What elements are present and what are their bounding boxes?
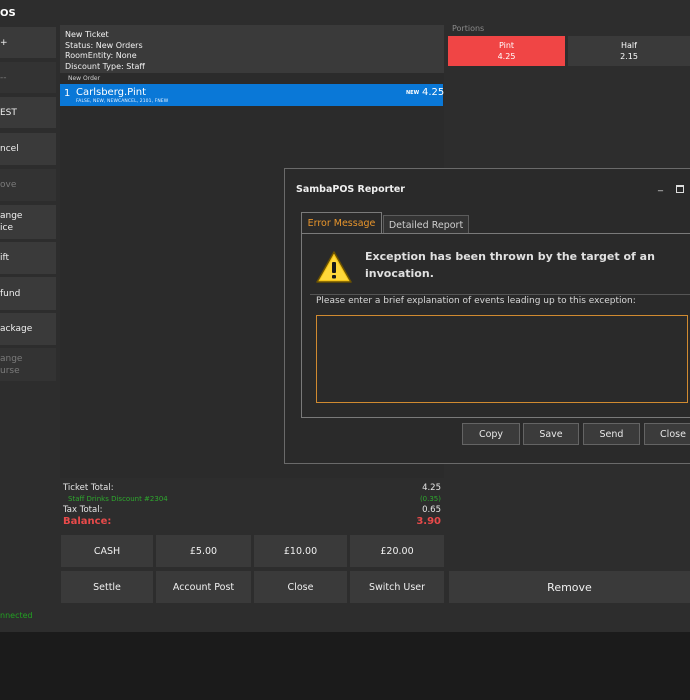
title-bar: OS xyxy=(0,0,690,24)
desktop-background xyxy=(0,632,690,700)
five-pound-button[interactable]: £5.00 xyxy=(156,535,251,567)
portion-pint-button[interactable]: Pint 4.25 xyxy=(448,36,565,66)
discount-value: (0.35) xyxy=(419,495,441,503)
left-button-1[interactable]: -- xyxy=(0,62,56,93)
portion-pint-price: 4.25 xyxy=(497,52,516,61)
tax-total-label: Tax Total: xyxy=(63,505,103,515)
copy-button[interactable]: Copy xyxy=(462,423,520,445)
balance-value: 3.90 xyxy=(416,516,441,527)
ticket-title: New Ticket xyxy=(65,30,109,39)
error-message-panel: Exception has been thrown by the target … xyxy=(301,233,690,418)
left-button-5[interactable]: ange ice xyxy=(0,205,56,239)
tab-detailed-report[interactable]: Detailed Report xyxy=(383,215,469,234)
discount-label: Staff Drinks Discount #2304 xyxy=(68,495,168,503)
portions-label: Portions xyxy=(452,24,485,33)
app-title: OS xyxy=(0,8,16,19)
portion-half-price: 2.15 xyxy=(620,52,638,61)
left-button-9[interactable]: ange urse xyxy=(0,348,56,381)
ticket-header: New Ticket Status: New Orders RoomEntity… xyxy=(60,25,444,73)
connection-status: nnected xyxy=(0,611,33,620)
ticket-total-value: 4.25 xyxy=(422,483,441,493)
left-button-3[interactable]: ncel xyxy=(0,133,56,165)
ticket-total-label: Ticket Total: xyxy=(63,483,114,493)
switch-user-button[interactable]: Switch User xyxy=(350,571,444,603)
maximize-icon[interactable] xyxy=(676,185,684,193)
remove-button[interactable]: Remove xyxy=(449,571,690,603)
explanation-input[interactable] xyxy=(316,315,688,403)
left-button-2[interactable]: EST xyxy=(0,97,56,128)
left-button-8[interactable]: ackage xyxy=(0,313,56,345)
order-name: Carlsberg.Pint xyxy=(76,87,147,98)
new-order-label: New Order xyxy=(68,75,101,82)
ten-pound-button[interactable]: £10.00 xyxy=(254,535,347,567)
cash-button[interactable]: CASH xyxy=(61,535,153,567)
warning-icon xyxy=(316,251,352,283)
order-tags: FALSE, NEW, NEWCANCEL, 2101, FNEW xyxy=(76,99,169,104)
balance-label: Balance: xyxy=(63,516,112,527)
order-quantity: 1 xyxy=(64,88,71,99)
left-button-4[interactable]: ove xyxy=(0,169,56,201)
divider xyxy=(310,294,690,295)
send-button[interactable]: Send xyxy=(583,423,640,445)
save-button[interactable]: Save xyxy=(523,423,579,445)
tab-error-message[interactable]: Error Message xyxy=(301,212,382,234)
portion-half-name: Half xyxy=(621,41,637,50)
left-button-7[interactable]: fund xyxy=(0,277,56,310)
close-dialog-button[interactable]: Close xyxy=(644,423,690,445)
portion-half-button[interactable]: Half 2.15 xyxy=(568,36,690,66)
order-row[interactable]: 1 Carlsberg.Pint FALSE, NEW, NEWCANCEL, … xyxy=(60,84,445,106)
account-post-button[interactable]: Account Post xyxy=(156,571,251,603)
order-price: 4.25 xyxy=(422,87,445,98)
reporter-dialog: SambaPOS Reporter _ Error Message Detail… xyxy=(284,168,690,464)
minimize-icon[interactable]: _ xyxy=(658,181,663,192)
settle-button[interactable]: Settle xyxy=(61,571,153,603)
close-ticket-button[interactable]: Close xyxy=(254,571,347,603)
ticket-room: RoomEntity: None xyxy=(65,51,137,60)
explanation-hint: Please enter a brief explanation of even… xyxy=(316,296,636,306)
ticket-discount-type: Discount Type: Staff xyxy=(65,61,145,71)
ticket-status: Status: New Orders xyxy=(65,40,143,50)
portion-pint-name: Pint xyxy=(498,41,515,50)
dialog-title: SambaPOS Reporter xyxy=(296,184,405,195)
left-button-6[interactable]: ift xyxy=(0,242,56,274)
exception-message: Exception has been thrown by the target … xyxy=(365,250,655,280)
twenty-pound-button[interactable]: £20.00 xyxy=(350,535,444,567)
ticket-totals: Ticket Total: 4.25 Staff Drinks Discount… xyxy=(60,481,444,533)
left-button-0[interactable]: + xyxy=(0,27,56,58)
tax-total-value: 0.65 xyxy=(422,505,441,515)
order-new-badge: NEW xyxy=(406,90,420,96)
